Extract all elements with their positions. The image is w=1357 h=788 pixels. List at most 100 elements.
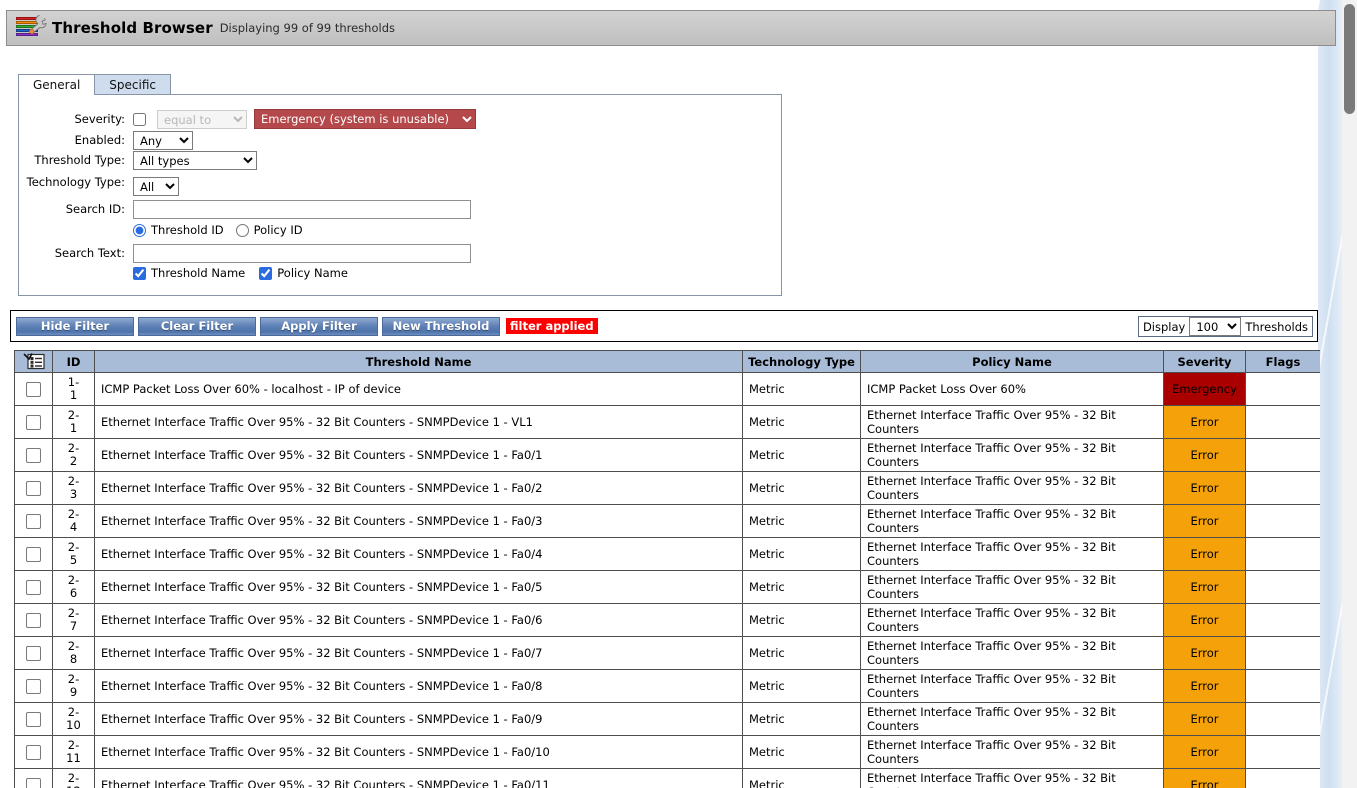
page-title: Threshold Browser: [52, 19, 213, 37]
row-select-checkbox[interactable]: [26, 480, 41, 496]
row-select-checkbox[interactable]: [26, 777, 41, 788]
enabled-select[interactable]: Any: [133, 131, 193, 150]
filter-action-bar: Hide Filter Clear Filter Apply Filter Ne…: [10, 310, 1318, 342]
cell-severity: Error: [1163, 537, 1246, 571]
row-select-checkbox[interactable]: [26, 414, 41, 430]
enabled-label: Enabled:: [74, 133, 125, 147]
row-select-checkbox-cell[interactable]: [14, 570, 53, 604]
cell-flags: [1245, 636, 1320, 670]
checkbox-policy-name-input[interactable]: [259, 266, 273, 280]
threshold-type-select[interactable]: All types: [133, 151, 257, 170]
cell-severity: Error: [1163, 735, 1246, 769]
row-select-checkbox[interactable]: [26, 381, 41, 397]
cell-threshold-name: Ethernet Interface Traffic Over 95% - 32…: [94, 438, 743, 472]
row-select-checkbox[interactable]: [26, 612, 41, 628]
cell-flags: [1245, 471, 1320, 505]
radio-threshold-id[interactable]: Threshold ID: [133, 223, 224, 237]
row-select-checkbox[interactable]: [26, 645, 41, 661]
row-select-checkbox-cell[interactable]: [14, 669, 53, 703]
cell-policy-name: Ethernet Interface Traffic Over 95% - 32…: [860, 438, 1164, 472]
cell-technology-type: Metric: [742, 669, 861, 703]
display-count-select[interactable]: 100: [1189, 317, 1242, 336]
checkbox-policy-name[interactable]: Policy Name: [259, 266, 348, 280]
table-row[interactable]: 2- 11 Ethernet Interface Traffic Over 95% …: [14, 735, 1320, 769]
cell-flags: [1245, 603, 1320, 637]
table-row[interactable]: 1- 1 ICMP Packet Loss Over 60% - localhost…: [14, 372, 1320, 406]
search-id-input[interactable]: [133, 200, 471, 219]
table-row[interactable]: 2- 9 Ethernet Interface Traffic Over 95% -…: [14, 669, 1320, 703]
column-header-id[interactable]: ID: [52, 350, 95, 373]
filter-row-threshold-type: Threshold Type: All types: [19, 151, 257, 170]
cell-severity: Error: [1163, 603, 1246, 637]
vertical-scrollbar-thumb[interactable]: [1344, 4, 1355, 114]
row-select-checkbox[interactable]: [26, 546, 41, 562]
row-select-checkbox-cell[interactable]: [14, 405, 53, 439]
cell-policy-name: Ethernet Interface Traffic Over 95% - 32…: [860, 735, 1164, 769]
checkbox-threshold-name-input[interactable]: [133, 266, 146, 280]
table-row[interactable]: 2- 2 Ethernet Interface Traffic Over 95% -…: [14, 438, 1320, 472]
column-header-select-all[interactable]: [14, 350, 53, 373]
apply-filter-button[interactable]: Apply Filter: [260, 316, 378, 336]
table-row[interactable]: 2- 10 Ethernet Interface Traffic Over 95% …: [14, 702, 1320, 736]
row-select-checkbox-cell[interactable]: [14, 537, 53, 571]
row-select-checkbox[interactable]: [26, 678, 41, 694]
row-select-checkbox-cell[interactable]: [14, 603, 53, 637]
row-select-checkbox-cell[interactable]: [14, 372, 53, 406]
column-header-flags[interactable]: Flags: [1245, 350, 1320, 373]
table-row[interactable]: 2-12Ethernet Interface Traffic Over 95% …: [14, 768, 1320, 788]
row-select-checkbox-cell[interactable]: [14, 438, 53, 472]
filter-row-id-radio: Threshold ID Policy ID: [133, 223, 303, 237]
table-row[interactable]: 2- 6 Ethernet Interface Traffic Over 95% -…: [14, 570, 1320, 604]
table-row[interactable]: 2- 4 Ethernet Interface Traffic Over 95% -…: [14, 504, 1320, 538]
row-select-checkbox[interactable]: [26, 579, 41, 595]
row-select-checkbox-cell[interactable]: [14, 504, 53, 538]
row-select-checkbox[interactable]: [26, 744, 41, 760]
cell-severity: Emergency: [1163, 372, 1246, 406]
row-select-checkbox-cell[interactable]: [14, 636, 53, 670]
thresholds-table: ID Threshold Name Technology Type Policy…: [14, 350, 1320, 788]
column-header-technology-type[interactable]: Technology Type: [742, 350, 861, 373]
severity-label: Severity:: [74, 111, 125, 126]
column-header-severity[interactable]: Severity: [1163, 350, 1246, 373]
vertical-scrollbar-track[interactable]: [1342, 0, 1357, 788]
cell-policy-name: Ethernet Interface Traffic Over 95% - 32…: [860, 537, 1164, 571]
cell-severity: Error: [1163, 405, 1246, 439]
technology-type-select[interactable]: All: [133, 177, 179, 196]
row-select-checkbox[interactable]: [26, 513, 41, 529]
cell-technology-type: Metric: [742, 504, 861, 538]
row-select-checkbox[interactable]: [26, 447, 41, 463]
row-select-checkbox-cell[interactable]: [14, 735, 53, 769]
page-subtitle: Displaying 99 of 99 thresholds: [219, 21, 395, 35]
row-select-checkbox[interactable]: [26, 711, 41, 727]
row-select-checkbox-cell[interactable]: [14, 471, 53, 505]
column-header-threshold-name[interactable]: Threshold Name: [94, 350, 743, 373]
cell-flags: [1245, 438, 1320, 472]
threshold-type-label: Threshold Type:: [34, 153, 125, 167]
table-row[interactable]: 2- 1 Ethernet Interface Traffic Over 95% -…: [14, 405, 1320, 439]
column-header-policy-name[interactable]: Policy Name: [860, 350, 1164, 373]
tab-general[interactable]: General: [18, 74, 96, 95]
checkbox-threshold-name[interactable]: Threshold Name: [133, 266, 245, 280]
table-row[interactable]: 2- 7 Ethernet Interface Traffic Over 95% -…: [14, 603, 1320, 637]
search-text-label: Search Text:: [54, 246, 125, 260]
severity-operator-select[interactable]: equal to: [157, 109, 247, 129]
table-row[interactable]: 2- 3 Ethernet Interface Traffic Over 95% -…: [14, 471, 1320, 505]
severity-value-select[interactable]: Emergency (system is unusable): [254, 109, 476, 129]
row-select-checkbox-cell[interactable]: [14, 702, 53, 736]
cell-policy-name: ICMP Packet Loss Over 60%: [860, 372, 1164, 406]
select-all-icon[interactable]: [22, 353, 45, 370]
hide-filter-button[interactable]: Hide Filter: [16, 316, 134, 336]
row-select-checkbox-cell[interactable]: [14, 768, 53, 788]
radio-policy-id[interactable]: Policy ID: [235, 223, 303, 237]
tab-specific[interactable]: Specific: [94, 74, 172, 95]
search-text-input[interactable]: [133, 244, 471, 263]
checkbox-threshold-name-label: Threshold Name: [151, 266, 246, 280]
cell-severity: Error: [1163, 570, 1246, 604]
radio-threshold-id-input[interactable]: [133, 223, 146, 237]
table-row[interactable]: 2- 5 Ethernet Interface Traffic Over 95% -…: [14, 537, 1320, 571]
severity-enable-checkbox[interactable]: [133, 112, 146, 126]
clear-filter-button[interactable]: Clear Filter: [138, 316, 256, 336]
table-row[interactable]: 2- 8 Ethernet Interface Traffic Over 95% -…: [14, 636, 1320, 670]
radio-policy-id-input[interactable]: [235, 223, 249, 237]
new-threshold-button[interactable]: New Threshold: [382, 316, 500, 336]
